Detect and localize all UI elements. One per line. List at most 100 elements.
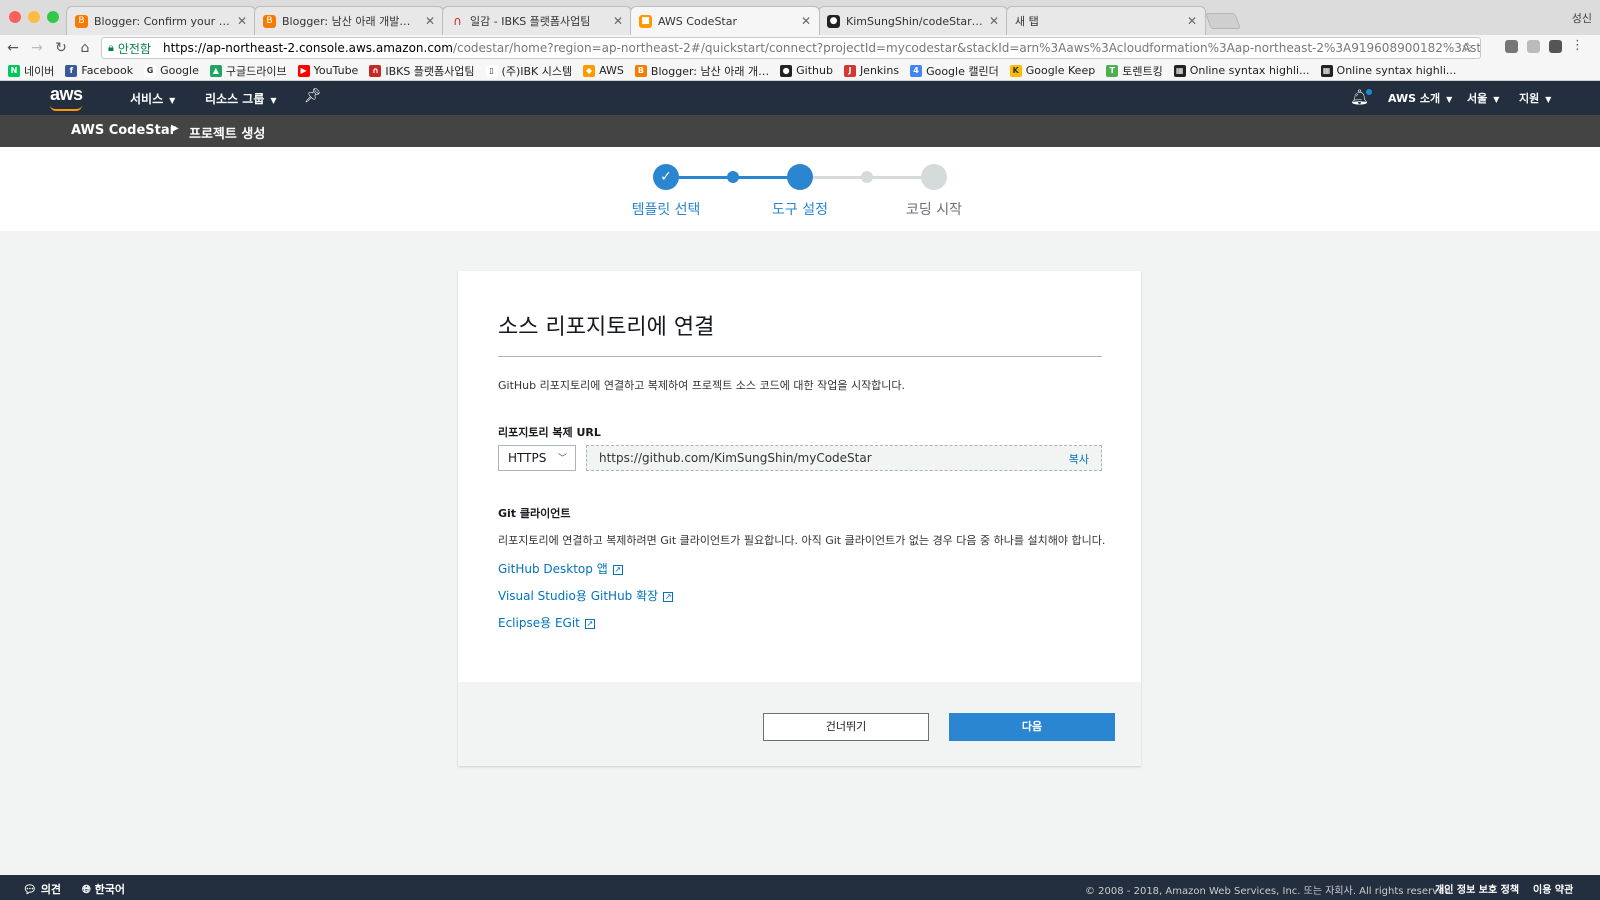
- external-link-icon: ↗: [612, 565, 623, 575]
- bookmark-item[interactable]: ▦ Online syntax highli...: [1173, 64, 1310, 77]
- breadcrumb-root-link[interactable]: AWS CodeStar: [71, 123, 176, 138]
- feedback-button[interactable]: 💬︎ 의견: [23, 881, 61, 897]
- menu-kebab-icon[interactable]: ⋮: [1571, 39, 1584, 53]
- resource-groups-menu[interactable]: 리소스 그룹 ▼: [205, 90, 277, 107]
- browser-tab[interactable]: B Blogger: Confirm your profile ✕: [66, 6, 256, 35]
- page-footer: 💬︎ 의견 🌐︎ 한국어 © 2008 - 2018, Amazon Web S…: [0, 875, 1600, 900]
- next-button[interactable]: 다음: [949, 713, 1115, 741]
- step-1-check-icon[interactable]: ✓: [653, 164, 679, 190]
- chevron-down-icon: ▼: [169, 96, 176, 105]
- close-tab-icon[interactable]: ✕: [1187, 14, 1197, 28]
- reload-icon[interactable]: ↻: [50, 40, 72, 56]
- bookmarks-bar: N 네이버 f Facebook G Google ▲ 구글드라이브 ▶ YouTube ∩ IBKS…: [0, 61, 1600, 81]
- aws-logo-smile: [50, 105, 82, 111]
- back-arrow-icon[interactable]: ←: [2, 40, 24, 56]
- language-selector[interactable]: 🌐︎ 한국어: [82, 881, 125, 897]
- bookmark-label: (주)IBK 시스템: [501, 64, 573, 78]
- close-tab-icon[interactable]: ✕: [989, 14, 999, 28]
- bookmark-item[interactable]: ∩ IBKS 플랫폼사업팀: [369, 63, 475, 79]
- support-menu[interactable]: 지원 ▼: [1519, 90, 1551, 106]
- close-tab-icon[interactable]: ✕: [613, 14, 623, 28]
- bookmark-icon: ▦: [1173, 64, 1186, 77]
- new-tab-button[interactable]: [1205, 13, 1241, 29]
- bookmark-icon: T: [1106, 64, 1119, 77]
- bookmark-item[interactable]: ▯ (주)IBK 시스템: [485, 63, 573, 79]
- aws-logo[interactable]: aws: [50, 84, 83, 105]
- lock-icon: 🔒︎: [108, 41, 114, 54]
- github-desktop-link[interactable]: GitHub Desktop 앱 ↗: [498, 560, 623, 577]
- card-description: GitHub 리포지토리에 연결하고 복제하여 프로젝트 소스 코드에 대한 작…: [498, 379, 906, 392]
- step-dot: [727, 171, 739, 183]
- bookmark-label: 구글드라이브: [225, 64, 287, 78]
- step-label-tools: 도구 설정: [772, 202, 828, 218]
- bookmark-icon: J: [843, 64, 856, 77]
- chevron-down-icon: ▼: [1446, 95, 1453, 104]
- browser-tab[interactable]: ● KimSungShin/codeStar_test: A ✕: [818, 6, 1008, 35]
- extension-icon[interactable]: [1505, 40, 1518, 53]
- bookmark-icon: f: [65, 64, 78, 77]
- forward-arrow-icon[interactable]: →: [26, 40, 48, 56]
- copy-button[interactable]: 복사: [1069, 451, 1089, 467]
- services-menu[interactable]: 서비스 ▼: [130, 90, 175, 107]
- step-label-template[interactable]: 템플릿 선택: [606, 199, 726, 219]
- browser-tab[interactable]: ∩ 일감 - IBKS 플랫폼사업팀 ✕: [442, 6, 632, 35]
- page-title: 소스 리포지토리에 연결: [498, 315, 715, 340]
- bookmark-label: Online syntax highli...: [1336, 64, 1457, 77]
- bookmark-item[interactable]: N 네이버: [8, 63, 54, 79]
- eclipse-egit-link[interactable]: Eclipse용 EGit ↗: [498, 614, 595, 631]
- region-menu[interactable]: 서울 ▼: [1467, 90, 1499, 106]
- bookmark-label: Github: [796, 64, 833, 77]
- visual-studio-github-link[interactable]: Visual Studio용 GitHub 확장 ↗: [498, 587, 674, 604]
- close-tab-icon[interactable]: ✕: [801, 14, 811, 28]
- bookmark-item[interactable]: G Google: [144, 64, 199, 77]
- browser-tab-active[interactable]: ■ AWS CodeStar ✕: [630, 6, 820, 35]
- protocol-select[interactable]: HTTPS ﹀: [498, 445, 576, 471]
- url-host: https://ap-northeast-2.console.aws.amazo…: [162, 41, 453, 55]
- privacy-policy-link[interactable]: 개인 정보 보호 정책: [1435, 881, 1519, 896]
- bookmark-item[interactable]: ◆ AWS: [583, 64, 624, 77]
- maximize-window-button[interactable]: [47, 11, 59, 23]
- bookmark-item[interactable]: K Google Keep: [1009, 64, 1095, 77]
- redmine-icon: ∩: [453, 14, 462, 28]
- bookmark-icon: ∩: [369, 64, 382, 77]
- git-client-heading: Git 클라이언트: [498, 507, 571, 520]
- browser-profile-name[interactable]: 성신: [1572, 10, 1592, 26]
- minimize-window-button[interactable]: [28, 11, 40, 23]
- bookmark-star-icon[interactable]: ☆: [1461, 40, 1474, 56]
- terms-link[interactable]: 이용 약관: [1533, 881, 1573, 896]
- external-link-icon: ↗: [584, 619, 595, 629]
- bookmark-icon: ▯: [485, 64, 498, 77]
- bookmark-icon: ▲: [209, 64, 222, 77]
- bookmark-item[interactable]: ▶ YouTube: [297, 64, 358, 77]
- browser-tab[interactable]: B Blogger: 남산 아래 개발자들 - 새 글 ✕: [254, 6, 444, 35]
- connect-repo-card: 소스 리포지토리에 연결 GitHub 리포지토리에 연결하고 복제하여 프로젝…: [458, 271, 1141, 766]
- blogger-icon: B: [75, 14, 88, 28]
- skip-button[interactable]: 건너뛰기: [763, 713, 929, 741]
- bookmark-icon: ▶: [297, 64, 310, 77]
- close-tab-icon[interactable]: ✕: [425, 14, 435, 28]
- bookmark-item[interactable]: B Blogger: 남산 아래 개…: [634, 63, 770, 79]
- home-icon[interactable]: ⌂: [74, 40, 96, 56]
- browser-tab[interactable]: 새 탭 ✕: [1006, 6, 1206, 35]
- external-link-icon: ↗: [663, 592, 674, 602]
- bookmark-label: 토렌트킹: [1122, 64, 1163, 78]
- bookmark-label: Google 캘린더: [926, 64, 999, 78]
- pin-icon[interactable]: 📌︎: [304, 88, 322, 104]
- address-bar[interactable]: 🔒︎ 안전함 https://ap-northeast-2.console.aw…: [101, 37, 1481, 59]
- extension-icon[interactable]: [1527, 40, 1540, 53]
- step-2-current[interactable]: [787, 164, 813, 190]
- extension-icon[interactable]: [1549, 40, 1562, 53]
- clone-url-field[interactable]: https://github.com/KimSungShin/myCodeSta…: [586, 445, 1102, 471]
- bookmark-item[interactable]: ▦ Online syntax highli...: [1320, 64, 1457, 77]
- bookmark-item[interactable]: ● Github: [780, 64, 833, 77]
- about-aws-menu[interactable]: AWS 소개 ▼: [1388, 90, 1452, 106]
- bookmark-label: Blogger: 남산 아래 개…: [650, 64, 770, 78]
- close-window-button[interactable]: [9, 11, 21, 23]
- bookmark-item[interactable]: ▲ 구글드라이브: [209, 63, 287, 79]
- bookmark-item[interactable]: 4 Google 캘린더: [910, 63, 999, 79]
- close-tab-icon[interactable]: ✕: [237, 14, 247, 28]
- bookmark-item[interactable]: T 토렌트킹: [1106, 63, 1163, 79]
- bookmark-item[interactable]: f Facebook: [65, 64, 133, 77]
- bookmark-label: Google: [160, 64, 199, 77]
- bookmark-item[interactable]: J Jenkins: [843, 64, 899, 77]
